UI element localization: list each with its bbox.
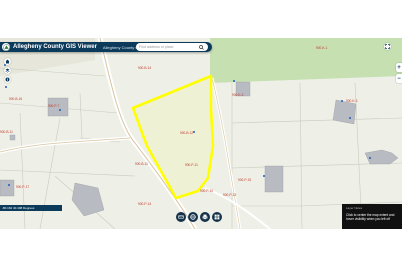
parcel-marker[interactable] [341, 100, 343, 102]
popup-title: Layer Notes [346, 206, 363, 210]
parcel-marker[interactable] [59, 109, 61, 111]
bottom-toolbar [176, 211, 228, 222]
park-area [210, 38, 402, 83]
search-box [136, 43, 208, 51]
globe-icon [190, 213, 196, 220]
parcel-label: 900-K-1 [316, 46, 328, 50]
parcel-label: 900-B-12 [180, 131, 193, 135]
layers-icon [5, 68, 10, 73]
map-canvas[interactable]: 900-B-14900-K-1900-B-14900-K-2900-B-1290… [0, 38, 402, 229]
search-icon[interactable] [199, 44, 204, 50]
zoom-out-button[interactable]: − [396, 74, 402, 83]
expand-icon [385, 44, 390, 49]
layers-button[interactable] [4, 67, 11, 74]
grid-icon [214, 214, 220, 219]
parcel-marker[interactable] [233, 80, 235, 82]
search-input[interactable] [136, 43, 199, 51]
measure-icon [178, 215, 184, 218]
parcel-label: 900-B-16 [9, 97, 22, 101]
parcel-label: 900-P-13 [223, 193, 236, 197]
grid-button[interactable] [212, 211, 222, 222]
parcel-label: 900-B-14 [138, 66, 151, 70]
fullscreen-button[interactable] [384, 43, 391, 50]
parcel-marker[interactable] [349, 117, 351, 119]
county-logo-icon [2, 43, 10, 51]
zoom-in-button[interactable]: + [396, 63, 402, 72]
parcel-marker[interactable] [5, 86, 7, 88]
parcel-label: 900-P-7 [48, 104, 60, 108]
coordinate-readout: -80.162 40.498 Degrees [0, 205, 62, 211]
home-button[interactable] [4, 58, 11, 65]
parcel-label: 900-P-14 [138, 202, 151, 206]
measure-button[interactable] [176, 211, 186, 222]
app-title: Allegheny County GIS Viewer [13, 44, 97, 50]
parcel-label: 900-K-2 [232, 93, 244, 97]
info-button[interactable] [4, 76, 11, 83]
parcel-marker[interactable] [8, 184, 10, 186]
parcel-label: 900-P-17 [16, 185, 29, 189]
parcel-marker[interactable] [263, 175, 265, 177]
minus-icon: − [397, 75, 401, 82]
app-header: Allegheny County GIS Viewer Allegheny Co… [0, 42, 212, 52]
parcel-label: 900-P-15 [238, 178, 251, 182]
map-app: 900-B-14900-K-1900-B-14900-K-2900-B-1290… [0, 38, 402, 229]
parcel-label: 900-B-11 [135, 162, 148, 166]
basemap-button[interactable] [188, 211, 198, 222]
parcel-label: 900-K-3 [346, 99, 358, 103]
layer-notes-popup: Layer Notes Click to center the map exte… [342, 204, 402, 229]
popup-text: Click to center the map extent and hover… [346, 213, 395, 221]
building [264, 165, 284, 193]
print-icon [202, 214, 208, 220]
building [0, 179, 15, 197]
info-icon [5, 77, 10, 82]
building [332, 99, 357, 125]
parcel-label: 900-P-10 [200, 189, 213, 193]
home-icon [5, 59, 10, 64]
parcel-label: 900-B-11 [0, 130, 13, 134]
parcel-marker[interactable] [193, 131, 195, 133]
print-button[interactable] [200, 211, 210, 222]
plus-icon: + [397, 64, 401, 71]
county-logo [2, 43, 10, 51]
parcel-label: 900-P-11 [185, 163, 198, 167]
parcel-marker[interactable] [369, 157, 371, 159]
building [9, 134, 16, 141]
